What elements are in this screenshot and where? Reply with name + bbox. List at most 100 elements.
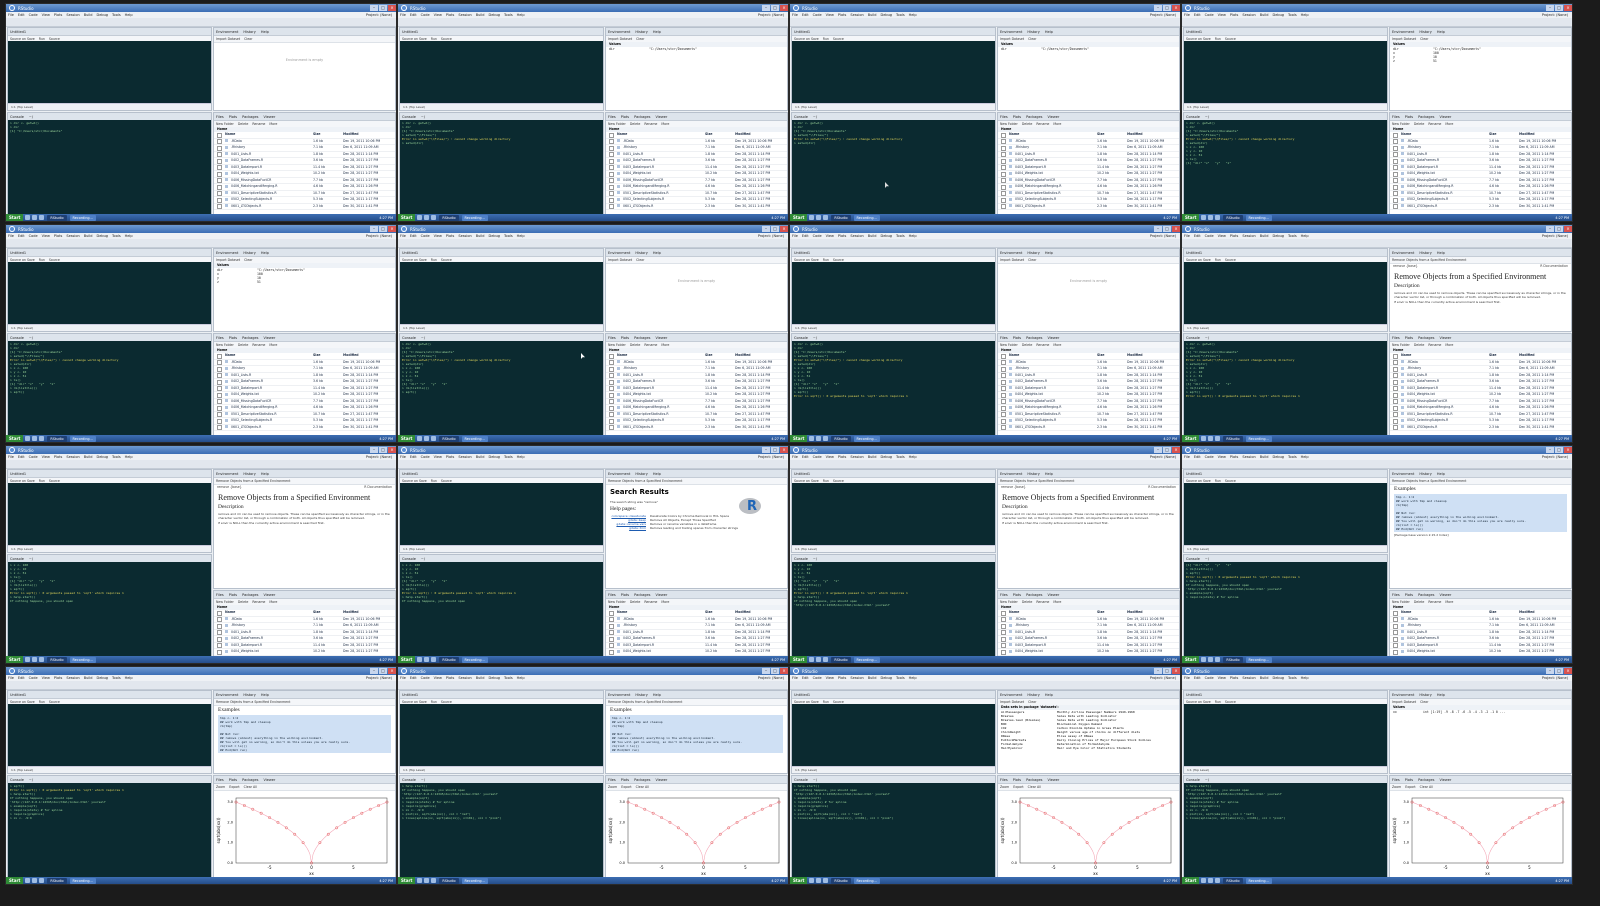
file-checkbox[interactable] [1001, 165, 1006, 170]
menu-code[interactable]: Code [813, 676, 822, 680]
console-body[interactable]: [1] "dir" "x" "y" "z" > rm(list=ls()) > sq… [1184, 562, 1387, 656]
tab-untitled1[interactable]: Untitled1 [1186, 693, 1202, 697]
close-button[interactable]: × [780, 226, 788, 232]
tab-environment[interactable]: Environment [216, 693, 238, 697]
taskbar-button[interactable]: Recording... [853, 214, 880, 221]
menu-view[interactable]: View [826, 234, 834, 238]
menu-build[interactable]: Build [868, 13, 877, 17]
files-tool-0[interactable]: New Folder [1392, 600, 1410, 604]
folder-icon[interactable] [424, 436, 430, 441]
menu-view[interactable]: View [42, 455, 50, 459]
files-tool-0[interactable]: New Folder [216, 600, 234, 604]
editor-body[interactable] [1184, 262, 1387, 325]
file-checkbox[interactable] [1001, 152, 1006, 157]
tab-viewer[interactable]: Viewer [1439, 336, 1451, 340]
ie-icon[interactable] [809, 436, 815, 441]
menu-help[interactable]: Help [1301, 455, 1309, 459]
editor-body[interactable] [8, 483, 211, 546]
menu-file[interactable]: File [8, 13, 14, 17]
menu-tools[interactable]: Tools [112, 455, 121, 459]
taskbar-button[interactable]: RStudio [1223, 214, 1243, 221]
menu-plots[interactable]: Plots [446, 13, 454, 17]
tab-environment[interactable]: Environment [216, 472, 238, 476]
project-menu[interactable]: Project: (None) [1542, 13, 1568, 17]
console-body[interactable]: > dir <- getwd() > dir [1] "C:/Users/stcr/… [1184, 120, 1387, 214]
tab-environment[interactable]: Environment [1392, 472, 1414, 476]
select-all-checkbox[interactable] [1001, 132, 1006, 138]
tab-untitled1[interactable]: Untitled1 [402, 693, 418, 697]
tab-plots[interactable]: Plots [621, 593, 629, 597]
tab-untitled1[interactable]: Untitled1 [402, 251, 418, 255]
maximize-button[interactable]: □ [379, 5, 387, 11]
files-tool-0[interactable]: New Folder [1392, 343, 1410, 347]
minimize-button[interactable]: – [1154, 226, 1162, 232]
env-tool-0[interactable]: Import Dataset [608, 258, 632, 262]
maximize-button[interactable]: □ [379, 668, 387, 674]
menu-debug[interactable]: Debug [489, 455, 501, 459]
folder-icon[interactable] [816, 436, 822, 441]
close-button[interactable]: × [780, 5, 788, 11]
close-button[interactable]: × [388, 5, 396, 11]
menu-debug[interactable]: Debug [1273, 676, 1285, 680]
env-tool-0[interactable]: Import Dataset [1000, 37, 1024, 41]
console-body[interactable]: > dir <- getwd() > dir [1] "C:/Users/stcr/… [8, 341, 211, 435]
minimize-button[interactable]: – [1546, 5, 1554, 11]
file-checkbox[interactable] [609, 630, 614, 635]
menu-file[interactable]: File [792, 13, 798, 17]
folder-icon[interactable] [424, 878, 430, 883]
menu-tools[interactable]: Tools [1288, 234, 1297, 238]
menu-help[interactable]: Help [909, 676, 917, 680]
tab-history[interactable]: History [635, 30, 647, 34]
file-checkbox[interactable] [217, 165, 222, 170]
file-row[interactable]: 0601_LTSObjects.R 2.3 kb Dec 30, 2011 1:41… [606, 204, 787, 210]
console-body[interactable]: > dir <- getwd() > dir [1] "C:/Users/stcr/… [1184, 341, 1387, 435]
tab-help[interactable]: Help [1045, 472, 1053, 476]
tab-untitled1[interactable]: Untitled1 [1186, 30, 1202, 34]
taskbar-button[interactable]: RStudio [1223, 435, 1243, 442]
maximize-button[interactable]: □ [1555, 226, 1563, 232]
file-checkbox[interactable] [1393, 204, 1398, 209]
menu-tools[interactable]: Tools [504, 676, 513, 680]
taskbar-button[interactable]: Recording... [461, 877, 488, 884]
tab-packages[interactable]: Packages [1026, 778, 1042, 782]
files-tool-2[interactable]: Rename [1036, 122, 1049, 126]
media-icon[interactable] [39, 657, 45, 662]
editor-body[interactable] [400, 704, 603, 767]
tab-help[interactable]: Help [653, 30, 661, 34]
folder-icon[interactable] [816, 657, 822, 662]
files-tool-0[interactable]: Zoom [1000, 785, 1009, 789]
menu-edit[interactable]: Edit [410, 13, 417, 17]
menu-edit[interactable]: Edit [18, 13, 25, 17]
ie-icon[interactable] [1201, 657, 1207, 662]
console-body[interactable]: > dir <- getwd() > dir [1] "C:/Users/stcr/… [400, 120, 603, 214]
tab-viewer[interactable]: Viewer [1047, 593, 1059, 597]
files-tool-0[interactable]: New Folder [608, 600, 626, 604]
files-tool-3[interactable]: More [1445, 343, 1453, 347]
menu-session[interactable]: Session [850, 676, 863, 680]
tab-files[interactable]: Files [216, 115, 224, 119]
menu-file[interactable]: File [8, 676, 14, 680]
tab-viewer[interactable]: Viewer [1047, 336, 1059, 340]
tab-plots[interactable]: Plots [1405, 336, 1413, 340]
tab-packages[interactable]: Packages [1026, 593, 1042, 597]
file-checkbox[interactable] [217, 649, 222, 655]
ie-icon[interactable] [809, 878, 815, 883]
tab-plots[interactable]: Plots [1405, 778, 1413, 782]
env-tool-0[interactable]: Import Dataset [216, 258, 240, 262]
menu-build[interactable]: Build [1260, 13, 1269, 17]
close-button[interactable]: × [1564, 668, 1572, 674]
console-body[interactable]: > x <- 100 > y <- 10 > z <- 51 > ls() [1] "d… [792, 562, 995, 656]
file-checkbox[interactable] [1001, 405, 1006, 411]
console-body[interactable]: > sqrt() Error in sqrt() : 0 arguments pa… [8, 783, 211, 877]
menu-tools[interactable]: Tools [896, 676, 905, 680]
tab-viewer[interactable]: Viewer [263, 336, 275, 340]
folder-icon[interactable] [1208, 436, 1214, 441]
files-tool-1[interactable]: Delete [238, 343, 248, 347]
close-button[interactable]: × [780, 447, 788, 453]
menu-view[interactable]: View [1218, 13, 1226, 17]
file-checkbox[interactable] [1001, 630, 1006, 635]
file-checkbox[interactable] [609, 649, 614, 655]
taskbar-button[interactable]: Recording... [69, 435, 96, 442]
tab-help[interactable]: Help [1437, 472, 1445, 476]
menu-edit[interactable]: Edit [18, 455, 25, 459]
